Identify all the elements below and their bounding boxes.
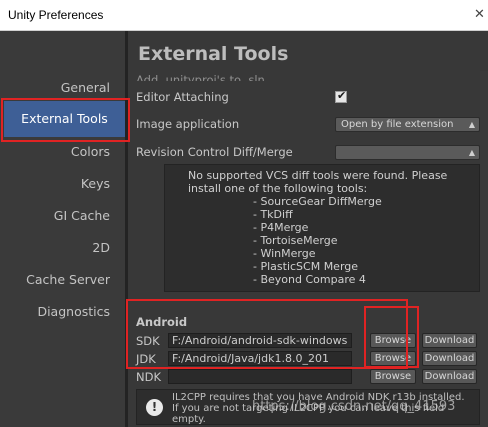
help-line: No supported VCS diff tools were found. … [188, 169, 448, 182]
help-line: - P4Merge [253, 221, 309, 234]
revision-control-label: Revision Control Diff/Merge [136, 145, 293, 159]
sidebar-item-general[interactable]: General [0, 79, 110, 97]
window-title-bar: Unity Preferences ✕ [0, 0, 488, 31]
jdk-browse-button[interactable]: Browse [370, 351, 416, 366]
sidebar-item-colors[interactable]: Colors [0, 143, 110, 161]
window-title: Unity Preferences [8, 8, 104, 22]
image-application-value: Open by file extension [341, 119, 454, 130]
sdk-path-field[interactable]: F:/Android/android-sdk-windows [168, 333, 352, 348]
jdk-download-button[interactable]: Download [422, 351, 477, 366]
help-line: - WinMerge [253, 247, 316, 260]
preferences-sidebar: General External Tools Colors Keys GI Ca… [0, 31, 125, 427]
jdk-path-field[interactable]: F:/Android/Java/jdk1.8.0_201 [168, 351, 352, 366]
vcs-diff-help-box: No supported VCS diff tools were found. … [164, 164, 480, 292]
warning-line: empty. [172, 414, 206, 425]
dropdown-arrows-icon: ▲ [468, 148, 475, 157]
jdk-label: JDK [136, 352, 156, 366]
ndk-download-button[interactable]: Download [422, 369, 477, 384]
sidebar-item-external-tools[interactable]: External Tools [4, 101, 125, 137]
android-section-title: Android [136, 315, 188, 329]
sdk-download-button[interactable]: Download [422, 333, 477, 348]
sdk-label: SDK [136, 334, 160, 348]
help-line: install one of the following tools: [188, 182, 368, 195]
page-title: External Tools [138, 43, 289, 65]
unityproj-sln-label: Add .unityproj's to .sln [136, 73, 265, 81]
image-application-label: Image application [136, 117, 240, 131]
revision-control-dropdown[interactable]: ▲ [335, 145, 480, 160]
sidebar-item-2d[interactable]: 2D [0, 239, 110, 257]
close-icon[interactable]: ✕ [474, 6, 488, 24]
dropdown-arrows-icon: ▲ [468, 120, 475, 129]
checkmark-icon: ✔ [337, 89, 347, 102]
help-line: - TortoiseMerge [253, 234, 338, 247]
sidebar-item-gi-cache[interactable]: GI Cache [0, 207, 110, 225]
sdk-browse-button[interactable]: Browse [370, 333, 416, 348]
content-scrollbar[interactable] [480, 71, 488, 427]
help-line: - TkDiff [253, 208, 293, 221]
sidebar-item-keys[interactable]: Keys [0, 175, 110, 193]
info-icon: ! [146, 399, 163, 416]
sidebar-item-cache-server[interactable]: Cache Server [0, 271, 110, 289]
help-line: - PlasticSCM Merge [253, 260, 359, 273]
help-line: - SourceGear DiffMerge [253, 195, 382, 208]
sidebar-item-diagnostics[interactable]: Diagnostics [0, 303, 110, 321]
external-tools-panel: External Tools Add .unityproj's to .sln … [128, 31, 488, 427]
ndk-label: NDK [136, 370, 161, 384]
ndk-path-field[interactable] [168, 369, 352, 384]
help-line: - Beyond Compare 4 [253, 273, 366, 286]
image-application-dropdown[interactable]: Open by file extension ▲ [335, 117, 480, 132]
ndk-browse-button[interactable]: Browse [370, 369, 416, 384]
watermark: https://blog.csdn.net/qq_41593 [252, 399, 456, 414]
editor-attaching-checkbox[interactable]: ✔ [335, 89, 347, 103]
editor-attaching-label: Editor Attaching [136, 90, 229, 104]
